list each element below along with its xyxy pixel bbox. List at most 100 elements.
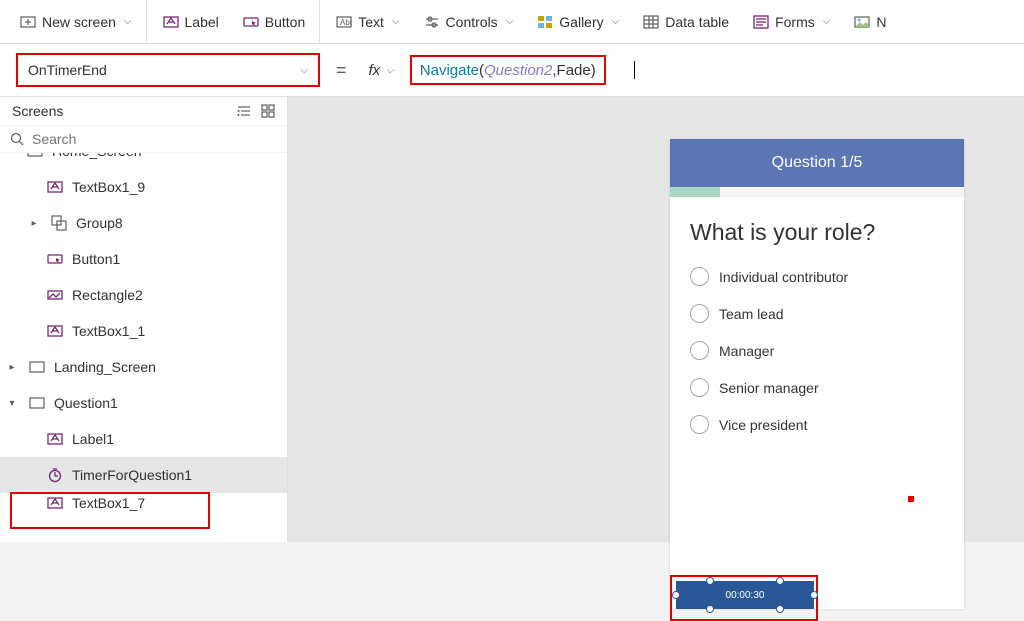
label-icon [46, 494, 64, 512]
gallery-button[interactable]: Gallery ⌵ [525, 0, 631, 43]
timer-display[interactable]: 00:00:30 [676, 581, 814, 609]
tree-item-rectangle2[interactable]: Rectangle2 [0, 277, 287, 313]
radio-icon[interactable] [690, 415, 709, 434]
option-individual-contributor[interactable]: Individual contributor [690, 258, 944, 295]
formula-input[interactable]: Navigate(Question2,Fade) [410, 55, 606, 85]
text-label: Text [358, 14, 384, 30]
chevron-down-icon: ⌵ [300, 65, 308, 76]
timer-control[interactable]: 00:00:30 [670, 575, 820, 615]
label-label: Label [185, 14, 219, 30]
annotation-dot [908, 496, 914, 502]
question-title: What is your role? [670, 197, 964, 258]
resize-handle[interactable] [706, 577, 714, 585]
canvas-area[interactable]: Question 1/5 What is your role? Individu… [288, 97, 1024, 542]
expand-arrow-icon[interactable]: ▸ [26, 218, 42, 229]
tree-view-list-icon[interactable] [237, 104, 251, 118]
option-manager[interactable]: Manager [690, 332, 944, 369]
resize-handle[interactable] [776, 577, 784, 585]
resize-handle[interactable] [810, 591, 818, 599]
tree-search[interactable] [0, 126, 287, 153]
chevron-down-icon: ⌵ [612, 16, 620, 27]
tree-header: Screens [0, 97, 287, 126]
formula-arg1: Question2 [484, 62, 552, 79]
option-vice-president[interactable]: Vice president [690, 406, 944, 443]
tree-item-button1[interactable]: Button1 [0, 241, 287, 277]
tree-item-timerforquestion1[interactable]: TimerForQuestion1 [0, 457, 287, 493]
resize-handle[interactable] [706, 605, 714, 613]
new-screen-button[interactable]: New screen ⌵ [8, 0, 147, 43]
option-label: Senior manager [719, 380, 819, 396]
chevron-down-icon: ⌵ [392, 16, 400, 27]
preview-header: Question 1/5 [670, 139, 964, 187]
chevron-down-icon: ⌵ [823, 16, 831, 27]
option-label: Individual contributor [719, 269, 848, 285]
progress-bar [670, 187, 964, 197]
text-button[interactable]: Abc Text ⌵ [324, 0, 411, 43]
data-table-button[interactable]: Data table [631, 0, 741, 43]
tree-item-label: Label1 [72, 431, 114, 447]
expand-arrow-icon[interactable]: ▾ [4, 398, 20, 409]
tree-item-textbox1_7[interactable]: TextBox1_7 [0, 493, 287, 513]
new-screen-label: New screen [42, 14, 116, 30]
rect-icon [46, 286, 64, 304]
chevron-down-icon: ⌵ [124, 16, 132, 27]
button-button[interactable]: Button [231, 0, 320, 43]
button-icon [243, 14, 259, 30]
formula-bar: OnTimerEnd ⌵ = fx ⌵ Navigate(Question2,F… [0, 44, 1024, 97]
tree-item-label: TextBox1_1 [72, 323, 145, 339]
tree-item-home_screen[interactable]: Home_Screen [0, 153, 287, 169]
option-label: Vice president [719, 417, 807, 433]
radio-icon[interactable] [690, 304, 709, 323]
group-icon [50, 214, 68, 232]
resize-handle[interactable] [776, 605, 784, 613]
radio-icon[interactable] [690, 378, 709, 397]
option-team-lead[interactable]: Team lead [690, 295, 944, 332]
forms-button[interactable]: Forms ⌵ [741, 0, 842, 43]
tree-item-group8[interactable]: ▸Group8 [0, 205, 287, 241]
button-label: Button [265, 14, 305, 30]
radio-icon[interactable] [690, 267, 709, 286]
preview-header-label: Question 1/5 [772, 154, 863, 172]
search-input[interactable] [30, 130, 277, 148]
text-cursor [634, 61, 635, 79]
controls-button[interactable]: Controls ⌵ [412, 0, 526, 43]
fx-button[interactable]: fx ⌵ [363, 62, 400, 79]
formula-arg2: Fade [557, 62, 591, 79]
data-table-label: Data table [665, 14, 729, 30]
new-screen-icon [20, 14, 36, 30]
label-button[interactable]: Label [151, 0, 231, 43]
tree-item-textbox1_9[interactable]: TextBox1_9 [0, 169, 287, 205]
tree-item-question1[interactable]: ▾Question1 [0, 385, 287, 421]
controls-label: Controls [446, 14, 498, 30]
resize-handle[interactable] [672, 591, 680, 599]
text-icon: Abc [336, 14, 352, 30]
tree-item-label: Home_Screen [52, 153, 142, 159]
tree-view-grid-icon[interactable] [261, 104, 275, 118]
fx-label: fx [369, 62, 381, 79]
chevron-down-icon: ⌵ [506, 16, 514, 27]
forms-icon [753, 14, 769, 30]
tree-list: Home_Screen TextBox1_9▸Group8 Button1 Recta… [0, 153, 287, 542]
screen-icon [28, 358, 46, 376]
tree-item-label1[interactable]: Label1 [0, 421, 287, 457]
property-dropdown[interactable]: OnTimerEnd ⌵ [16, 53, 320, 87]
expand-arrow-icon[interactable]: ▸ [4, 362, 20, 373]
tree-item-label: Button1 [72, 251, 120, 267]
chevron-down-icon: ⌵ [386, 65, 394, 76]
ribbon-toolbar: New screen ⌵ Label Button Abc Text ⌵ Con… [0, 0, 1024, 44]
tree-item-landing_screen[interactable]: ▸Landing_Screen [0, 349, 287, 385]
options-list: Individual contributor Team lead Manager Se… [670, 258, 964, 443]
radio-icon[interactable] [690, 341, 709, 360]
media-button[interactable]: N [842, 0, 886, 43]
progress-fill [670, 187, 720, 197]
option-senior-manager[interactable]: Senior manager [690, 369, 944, 406]
option-label: Team lead [719, 306, 784, 322]
media-icon [854, 14, 870, 30]
property-value: OnTimerEnd [28, 62, 107, 78]
tree-item-label: Rectangle2 [72, 287, 143, 303]
label-icon [46, 430, 64, 448]
controls-icon [424, 14, 440, 30]
tree-item-textbox1_1[interactable]: TextBox1_1 [0, 313, 287, 349]
label-icon [46, 178, 64, 196]
data-table-icon [643, 14, 659, 30]
